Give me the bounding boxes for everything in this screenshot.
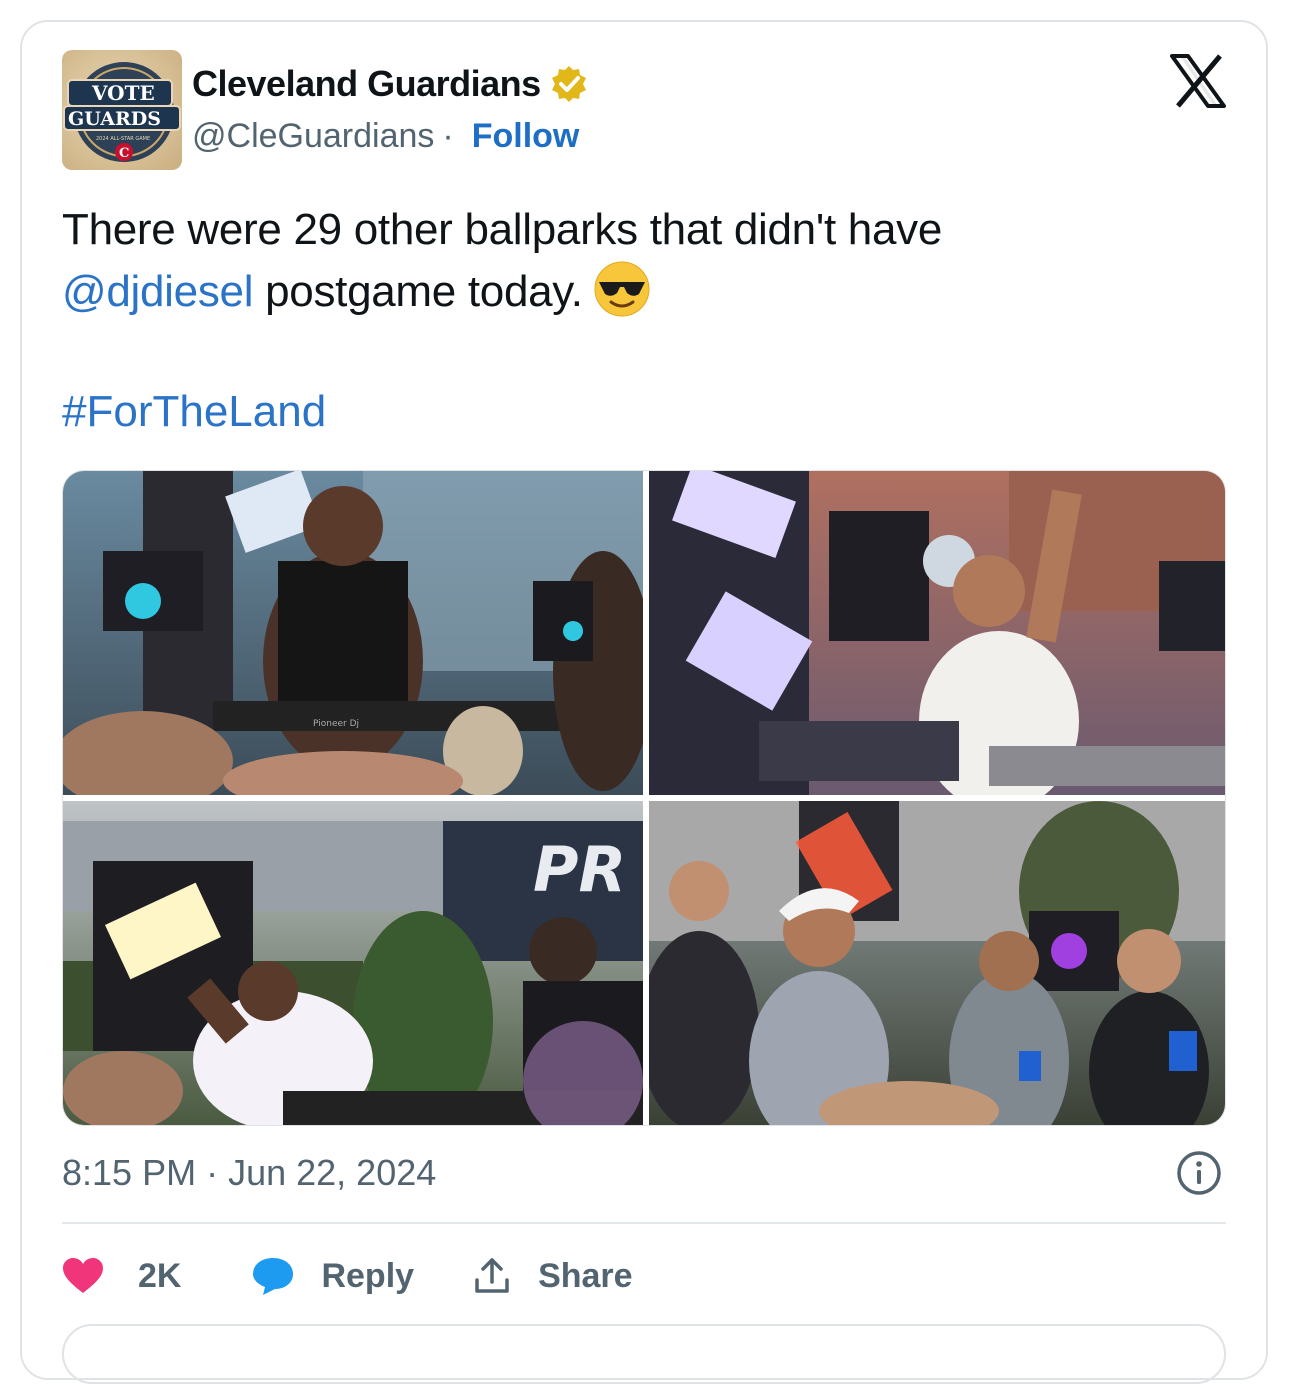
tweet-text: There were 29 other ballparks that didn'… [62,200,1222,322]
read-replies-box[interactable] [62,1324,1226,1384]
tweet-timestamp[interactable]: 8:15 PM · Jun 22, 2024 [62,1152,436,1194]
tweet-time: 8:15 PM [62,1152,197,1193]
photo-1[interactable]: Pioneer Dj [63,471,643,795]
action-bar: 2K Reply Share [62,1252,633,1300]
divider [62,1222,1226,1224]
photo-3-overlay-text: PR [533,833,626,906]
avatar-guards-text: GUARDS [68,108,161,130]
author-name[interactable]: Cleveland Guardians [192,63,541,105]
verified-badge-icon [551,66,586,102]
mention-link[interactable]: @djdiesel [62,267,253,316]
tweet-line-1: There were 29 other ballparks that didn'… [62,205,943,254]
like-count: 2K [138,1256,182,1295]
follow-button[interactable]: Follow [472,117,580,156]
author-avatar[interactable]: VOTE GUARDS 2024 ALL-STAR GAME C [62,50,182,170]
share-button[interactable]: Share [472,1256,633,1296]
reply-bubble-icon [253,1258,294,1295]
time-separator: · [206,1152,219,1193]
x-logo-icon[interactable] [1170,54,1226,108]
info-icon[interactable] [1176,1150,1222,1196]
vote-guards-logo: VOTE GUARDS 2024 ALL-STAR GAME C [63,62,181,162]
handle-separator: · [442,116,454,155]
reply-label: Reply [321,1256,415,1295]
share-upload-icon [475,1258,509,1293]
photo-1-overlay-text: Pioneer Dj [313,719,359,729]
photo-4[interactable] [649,801,1225,1125]
avatar-subtext: 2024 ALL-STAR GAME [96,136,150,142]
author-handle[interactable]: @CleGuardians [192,117,434,156]
share-label: Share [538,1256,633,1295]
author-name-row: Cleveland Guardians [192,62,589,106]
tweet-line-2-text: postgame today. [253,267,583,316]
heart-icon [63,1258,103,1293]
tweet-line-2: @djdiesel postgame today. [62,260,1222,322]
hashtag-link[interactable]: #ForTheLand [62,382,326,442]
like-button[interactable]: 2K [62,1257,181,1296]
photo-2[interactable] [649,471,1225,795]
media-grid: Pioneer Dj PR [62,470,1226,1126]
tweet-date: Jun 22, 2024 [228,1152,437,1193]
sunglasses-emoji-icon [594,261,650,317]
reply-button[interactable]: Reply [251,1256,414,1296]
author-handle-row: @CleGuardians · Follow [192,114,579,158]
avatar-c-letter: C [119,146,129,161]
avatar-vote-text: VOTE [91,81,155,105]
photo-3[interactable]: PR [63,801,643,1125]
